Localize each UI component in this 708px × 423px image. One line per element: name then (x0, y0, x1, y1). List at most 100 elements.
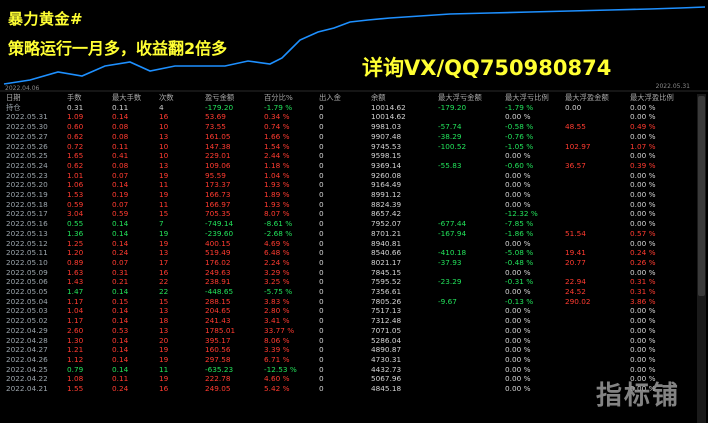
table-cell: 2022.05.02 (6, 316, 48, 326)
table-row[interactable]: 持仓 0.31 0.11 4 -179.20 -1.79 % 0 10014.62 -179.2… (0, 103, 690, 113)
table-row[interactable]: 2022.04.26 1.12 0.14 19 297.58 6.71 % 0 4730.31… (0, 355, 690, 365)
table-row[interactable]: 2022.05.12 1.25 0.14 19 400.15 4.69 % 0 8940.81… (0, 239, 690, 249)
table-cell: 0.00 % (505, 238, 531, 248)
table-row[interactable]: 2022.05.13 1.36 0.14 19 -239.60 -2.68 % 0 8701.… (0, 229, 690, 239)
table-row[interactable]: 2022.05.11 1.20 0.24 13 519.49 6.48 % 0 8540.66… (0, 248, 690, 258)
table-row[interactable]: 2022.05.03 1.04 0.14 13 204.65 2.80 % 0 7517.13… (0, 306, 690, 316)
table-row[interactable]: 2022.04.21 1.55 0.24 16 249.05 5.42 % 0 4845.18… (0, 384, 690, 394)
table-cell: 2022.05.11 (6, 248, 48, 258)
table-cell: 2022.05.23 (6, 170, 48, 180)
table-row[interactable]: 2022.05.27 0.62 0.08 13 161.05 1.66 % 0 9907.48… (0, 132, 690, 142)
column-header[interactable]: 最大浮亏比例 (499, 93, 559, 103)
table-row[interactable]: 2022.05.23 1.01 0.07 19 95.59 1.04 % 0 9260.08 0… (0, 171, 690, 181)
table-row[interactable]: 2022.05.30 0.60 0.08 10 73.55 0.74 % 0 9981.03 -… (0, 122, 690, 132)
table-row[interactable]: 2022.05.09 1.63 0.31 16 249.63 3.29 % 0 7845.15… (0, 268, 690, 278)
table-row[interactable]: 2022.05.19 1.53 0.19 19 166.73 1.89 % 0 8991.12… (0, 190, 690, 200)
column-header[interactable]: 手数 (61, 93, 106, 103)
table-row[interactable]: 2022.05.24 0.62 0.08 13 109.06 1.18 % 0 9369.14… (0, 161, 690, 171)
table-cell (432, 365, 499, 375)
table-cell: 2022.05.17 (6, 209, 48, 219)
table-cell: 0.14 (112, 364, 129, 374)
column-header[interactable]: 出入金 (313, 93, 365, 103)
table-cell: 16 (159, 112, 169, 122)
table-row[interactable]: 2022.05.02 1.17 0.14 18 241.43 3.41 % 0 7312.48… (0, 316, 690, 326)
table-cell (559, 180, 624, 190)
table-cell: 22 (159, 287, 169, 297)
table-row[interactable]: 2022.05.20 1.06 0.14 11 173.37 1.93 % 0 9164.49… (0, 180, 690, 190)
table-row[interactable]: 2022.04.22 1.08 0.11 19 222.78 4.60 % 0 5067.96… (0, 374, 690, 384)
column-header[interactable]: 百分比% (258, 93, 313, 103)
table-cell: 0.41 (112, 151, 129, 161)
table-row[interactable]: 2022.05.16 0.55 0.14 7 -749.14 -8.61 % 0 7952.0… (0, 219, 690, 229)
column-header[interactable]: 余额 (365, 93, 432, 103)
table-row[interactable]: 2022.05.25 1.65 0.41 10 229.01 2.44 % 0 9598.15… (0, 151, 690, 161)
table-cell: -1.79 % (264, 102, 293, 112)
column-header[interactable]: 次数 (153, 93, 199, 103)
table-row[interactable]: 2022.05.26 0.72 0.11 10 147.38 1.54 % 0 9745.53… (0, 142, 690, 152)
table-cell: 0.07 (112, 199, 129, 209)
table-cell: 3.04 (67, 209, 84, 219)
table-cell: 0.60 (67, 122, 84, 132)
table-cell: 0.00 % (505, 374, 531, 384)
table-cell (559, 345, 624, 355)
table-cell: -635.23 (205, 364, 234, 374)
table-cell: 0.00 (565, 102, 582, 112)
column-header[interactable]: 盈亏金额 (199, 93, 258, 103)
table-cell: 2022.05.13 (6, 228, 48, 238)
table-cell: 19 (159, 170, 169, 180)
table-cell: 4845.18 (371, 384, 402, 394)
table-row[interactable]: 2022.04.28 1.30 0.14 20 395.17 8.06 % 0 5286.04… (0, 336, 690, 346)
contact-text: 详询VX/QQ750980874 (362, 56, 612, 80)
table-row[interactable]: 2022.05.18 0.59 0.07 11 166.97 1.93 % 0 8824.39… (0, 200, 690, 210)
column-header[interactable]: 最大浮盈比例 (624, 93, 690, 103)
table-row[interactable]: 2022.04.29 2.60 0.53 13 1785.01 33.77 % 0 7071.… (0, 326, 690, 336)
column-header[interactable]: 日期 (0, 93, 61, 103)
table-cell: 9745.53 (371, 141, 402, 151)
column-header[interactable]: 最大浮盈金额 (559, 93, 624, 103)
table-row[interactable]: 2022.05.31 1.09 0.14 16 53.69 0.34 % 0 10014.62… (0, 112, 690, 122)
table-cell: 0.07 (112, 257, 129, 267)
table-cell: 0 (319, 199, 324, 209)
table-cell: 11 (159, 364, 169, 374)
table-cell: 0.00 % (630, 170, 656, 180)
table-cell: 1.08 (67, 374, 84, 384)
table-cell: 4 (159, 102, 164, 112)
table-cell: 2022.04.21 (6, 384, 48, 394)
table-cell: 8701.21 (371, 228, 402, 238)
table-cell: 0.24 % (630, 248, 656, 258)
table-cell: 519.49 (205, 248, 231, 258)
table-row[interactable]: 2022.04.25 0.79 0.14 11 -635.23 -12.53 % 0 4432… (0, 365, 690, 375)
table-cell (559, 219, 624, 229)
table-cell: 0.00 % (630, 325, 656, 335)
scrollbar-thumb[interactable] (698, 96, 705, 296)
table-cell (559, 151, 624, 161)
table-row[interactable]: 2022.05.06 1.43 0.21 22 238.91 3.25 % 0 7595.52… (0, 277, 690, 287)
table-cell: 2022.05.31 (6, 112, 48, 122)
column-header[interactable]: 最大手数 (106, 93, 153, 103)
table-row[interactable]: 2022.05.04 1.17 0.15 15 288.15 3.83 % 0 7805.26… (0, 297, 690, 307)
table-cell: -2.68 % (264, 228, 293, 238)
table-cell: 0.62 (67, 131, 84, 141)
table-cell: 0.00 % (630, 364, 656, 374)
table-cell: 1.06 (67, 180, 84, 190)
table-cell: 19 (159, 238, 169, 248)
table-cell (432, 306, 499, 316)
table-cell: 0 (319, 122, 324, 132)
table-cell: 10 (159, 151, 169, 161)
table-cell: 4.69 % (264, 238, 290, 248)
table-row[interactable]: 2022.05.10 0.89 0.07 17 176.02 2.24 % 0 8021.17… (0, 258, 690, 268)
table-cell: 1785.01 (205, 325, 236, 335)
table-cell: 53.69 (205, 112, 226, 122)
table-cell (559, 336, 624, 346)
table-cell: 2022.05.27 (6, 131, 48, 141)
table-cell: 0.74 % (264, 122, 290, 132)
table-cell: 19 (159, 374, 169, 384)
table-cell: 2022.04.22 (6, 374, 48, 384)
table-row[interactable]: 2022.05.17 3.04 0.59 15 705.35 8.07 % 0 8657.42… (0, 209, 690, 219)
table-cell: -57.74 (438, 122, 462, 132)
column-header[interactable]: 最大浮亏金额 (432, 93, 499, 103)
table-row[interactable]: 2022.04.27 1.21 0.14 19 160.56 3.39 % 0 4890.87… (0, 345, 690, 355)
table-cell (559, 365, 624, 375)
table-row[interactable]: 2022.05.05 1.47 0.14 22 -448.65 -5.75 % 0 7356.… (0, 287, 690, 297)
table-cell: 0 (319, 238, 324, 248)
